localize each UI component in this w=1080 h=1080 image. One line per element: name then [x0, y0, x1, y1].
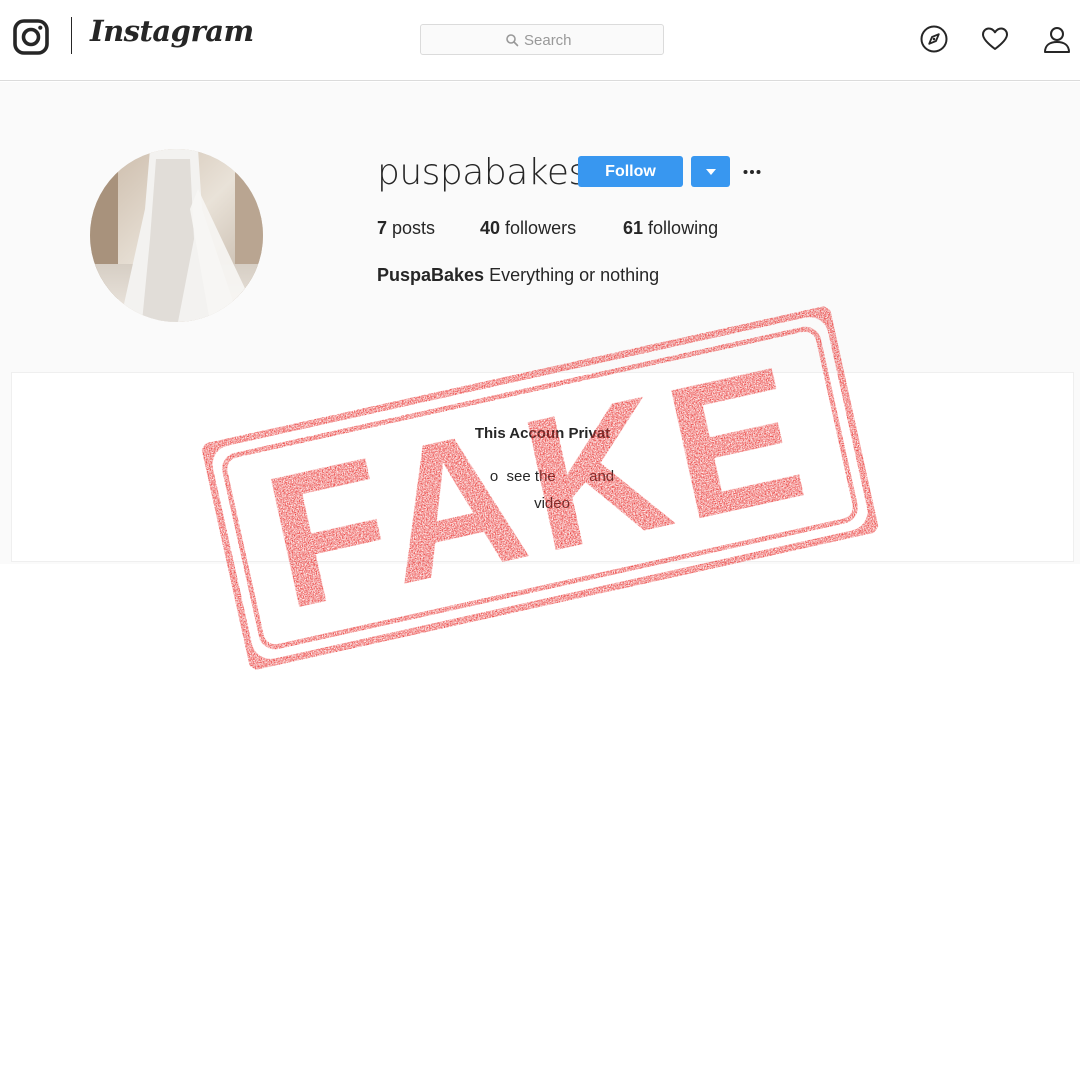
search-icon — [506, 34, 519, 47]
avatar[interactable] — [90, 149, 263, 322]
more-options-icon[interactable] — [741, 160, 765, 184]
following-count[interactable]: 61 following — [623, 218, 718, 239]
logo-divider — [71, 17, 72, 54]
compass-icon[interactable] — [919, 24, 949, 54]
following-number: 61 — [623, 218, 644, 238]
profile-bio-text: Everything or nothing — [489, 265, 660, 285]
posts-count: 7 posts — [377, 218, 435, 239]
suggestions-dropdown-button[interactable] — [691, 156, 730, 187]
search-placeholder: Search — [524, 32, 572, 49]
top-navigation-bar: Instagram Search — [0, 0, 1080, 81]
person-icon[interactable] — [1042, 24, 1072, 54]
follow-button[interactable]: Follow — [578, 156, 683, 187]
profile-full-name: PuspaBakes — [377, 265, 485, 285]
instagram-wordmark[interactable]: Instagram — [90, 14, 254, 48]
instagram-glyph-icon[interactable] — [12, 18, 50, 56]
profile-bio: PuspaBakes Everything or nothing — [377, 265, 659, 286]
followers-label: followers — [505, 218, 577, 238]
avatar-photo — [90, 149, 263, 322]
heart-icon[interactable] — [980, 24, 1010, 54]
private-account-notice: This Accoun Privat o see the and video — [11, 372, 1074, 562]
posts-number: 7 — [377, 218, 388, 238]
private-notice-title: This Accoun Privat — [474, 425, 611, 442]
chevron-down-icon — [705, 168, 716, 175]
private-notice-text: o see the and video — [452, 463, 652, 517]
private-notice-line-2: video — [534, 495, 570, 512]
private-notice-line-1: o see the and — [489, 468, 615, 485]
followers-number: 40 — [480, 218, 501, 238]
followers-count[interactable]: 40 followers — [480, 218, 576, 239]
search-input[interactable]: Search — [420, 24, 664, 55]
profile-username: puspabakes — [377, 152, 587, 193]
following-label: following — [648, 218, 719, 238]
posts-label: posts — [392, 218, 436, 238]
